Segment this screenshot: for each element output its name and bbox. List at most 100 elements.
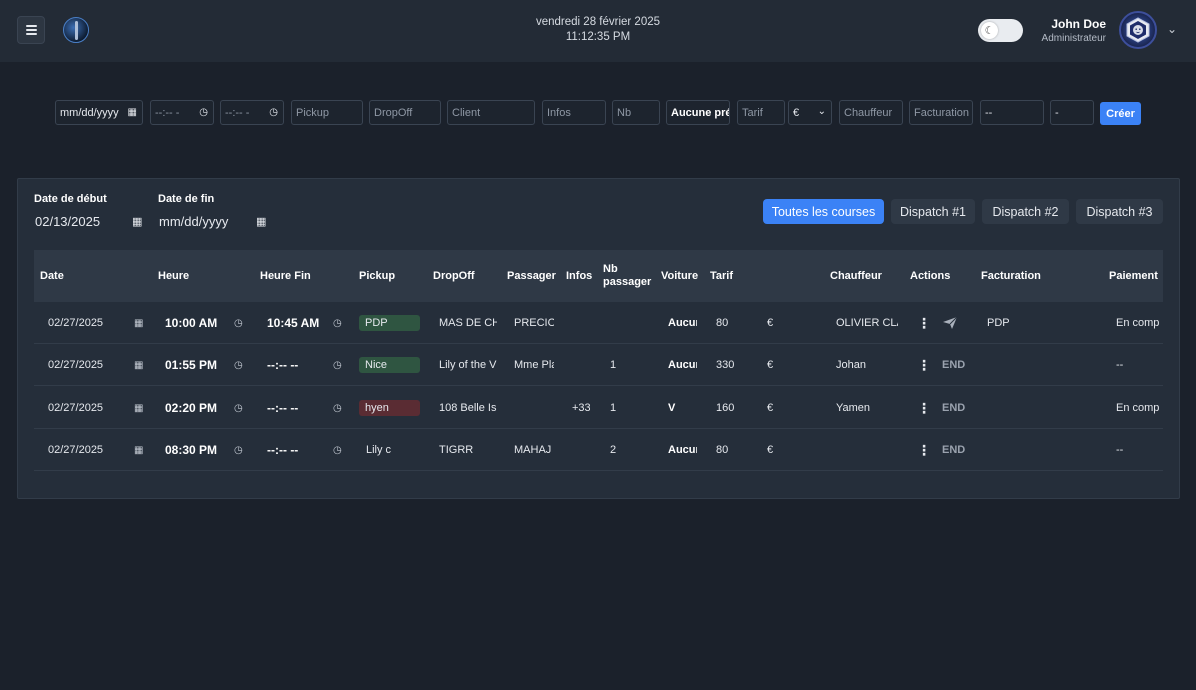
clock-icon[interactable]: ◷	[234, 302, 243, 344]
more-vertical-icon[interactable]: ⋮	[917, 302, 931, 344]
row-dropoff[interactable]: MAS DE CH	[439, 302, 497, 344]
clock-icon[interactable]: ◷	[234, 429, 243, 471]
row-nb[interactable]: 1	[610, 387, 630, 429]
col-paiement[interactable]: Paiement	[1109, 250, 1158, 302]
row-pickup[interactable]: hyen	[359, 400, 420, 416]
row-tarif[interactable]: 160	[716, 387, 756, 429]
row-status-end[interactable]: END	[942, 344, 965, 386]
clock-icon[interactable]: ◷	[234, 387, 243, 429]
start-date-input[interactable]: 02/13/2025	[35, 214, 100, 229]
row-dropoff[interactable]: TIGRR	[439, 429, 497, 471]
col-chauffeur[interactable]: Chauffeur	[830, 250, 882, 302]
row-passager[interactable]: PRECIO	[514, 302, 554, 344]
row-currency[interactable]: €	[767, 387, 779, 429]
row-heure-fin[interactable]: --:-- --	[267, 429, 331, 471]
row-nb[interactable]: 1	[610, 344, 630, 386]
row-paiement[interactable]: --	[1116, 429, 1163, 471]
table-row[interactable]: 02/27/2025 ▦ 08:30 PM ◷ --:-- -- ◷ Lily …	[34, 429, 1163, 471]
row-currency[interactable]: €	[767, 344, 779, 386]
row-dropoff[interactable]: Lily of the V	[439, 344, 497, 386]
col-infos[interactable]: Infos	[566, 250, 592, 302]
infos-input[interactable]: Infos	[542, 100, 606, 125]
row-heure[interactable]: 01:55 PM	[165, 344, 229, 386]
theme-toggle[interactable]: ☾	[978, 19, 1023, 42]
row-passager[interactable]	[514, 387, 554, 429]
calendar-icon[interactable]: ▦	[134, 387, 143, 429]
row-status-end[interactable]: END	[942, 429, 965, 471]
tab-all-courses[interactable]: Toutes les courses	[763, 199, 884, 224]
row-pickup[interactable]: Nice	[359, 357, 420, 373]
clock-icon[interactable]: ◷	[333, 387, 342, 429]
row-heure-fin[interactable]: 10:45 AM	[267, 302, 331, 344]
row-heure[interactable]: 02:20 PM	[165, 387, 229, 429]
row-heure[interactable]: 08:30 PM	[165, 429, 229, 471]
row-facturation[interactable]	[987, 387, 1047, 429]
row-chauffeur[interactable]: OLIVIER CLA	[836, 302, 898, 344]
currency-select[interactable]: € ⌄	[788, 100, 832, 125]
row-facturation[interactable]	[987, 429, 1047, 471]
row-tarif[interactable]: 80	[716, 302, 756, 344]
row-voiture[interactable]: V	[668, 387, 697, 429]
calendar-icon[interactable]: ▦	[134, 302, 143, 344]
tab-dispatch-3[interactable]: Dispatch #3	[1076, 199, 1163, 224]
col-actions[interactable]: Actions	[910, 250, 950, 302]
clock-icon[interactable]: ◷	[234, 344, 243, 386]
table-row[interactable]: 02/27/2025 ▦ 02:20 PM ◷ --:-- -- ◷ hyen …	[34, 387, 1163, 429]
clock-icon[interactable]: ◷	[333, 344, 342, 386]
end-date-input[interactable]: mm/dd/yyyy	[159, 214, 228, 229]
nb-input[interactable]: Nb	[612, 100, 660, 125]
row-date[interactable]: 02/27/2025	[48, 429, 126, 471]
row-chauffeur[interactable]	[836, 429, 898, 471]
hamburger-menu-icon[interactable]	[17, 16, 45, 44]
row-infos[interactable]: +33	[572, 387, 590, 429]
row-paiement[interactable]: En comp	[1116, 387, 1163, 429]
row-pickup[interactable]: Lily c	[360, 442, 400, 458]
col-facturation[interactable]: Facturation	[981, 250, 1041, 302]
table-row[interactable]: 02/27/2025 ▦ 01:55 PM ◷ --:-- -- ◷ Nice …	[34, 344, 1163, 386]
row-facturation[interactable]: PDP	[987, 302, 1047, 344]
row-paiement[interactable]: En comp	[1116, 302, 1163, 344]
more-vertical-icon[interactable]: ⋮	[917, 387, 931, 429]
col-dropoff[interactable]: DropOff	[433, 250, 475, 302]
col-passager[interactable]: Passager	[507, 250, 556, 302]
calendar-icon[interactable]: ▦	[134, 429, 143, 471]
dropoff-input[interactable]: DropOff	[369, 100, 441, 125]
row-date[interactable]: 02/27/2025	[48, 344, 126, 386]
row-paiement[interactable]: --	[1116, 344, 1163, 386]
facturation-input[interactable]: Facturation	[909, 100, 973, 125]
row-date[interactable]: 02/27/2025	[48, 387, 126, 429]
col-date[interactable]: Date	[40, 250, 64, 302]
pickup-input[interactable]: Pickup	[291, 100, 363, 125]
app-logo[interactable]	[63, 17, 89, 43]
row-infos[interactable]	[572, 344, 590, 386]
tab-dispatch-2[interactable]: Dispatch #2	[982, 199, 1069, 224]
row-passager[interactable]: MAHAJ	[514, 429, 554, 471]
send-icon[interactable]	[942, 302, 958, 344]
status-select[interactable]: --	[980, 100, 1044, 125]
row-heure-fin[interactable]: --:-- --	[267, 387, 331, 429]
row-chauffeur[interactable]: Yamen	[836, 387, 898, 429]
row-voiture[interactable]: Aucur	[668, 302, 697, 344]
table-row[interactable]: 02/27/2025 ▦ 10:00 AM ◷ 10:45 AM ◷ PDP M…	[34, 302, 1163, 344]
row-chauffeur[interactable]: Johan	[836, 344, 898, 386]
end-time-field[interactable]: --:-- - ◷	[220, 100, 284, 125]
row-voiture[interactable]: Aucur	[668, 429, 697, 471]
more-vertical-icon[interactable]: ⋮	[917, 344, 931, 386]
more-vertical-icon[interactable]: ⋮	[917, 429, 931, 471]
row-date[interactable]: 02/27/2025	[48, 302, 126, 344]
tab-dispatch-1[interactable]: Dispatch #1	[891, 199, 975, 224]
row-nb[interactable]	[610, 302, 630, 344]
payment-select[interactable]: -	[1050, 100, 1094, 125]
row-status-end[interactable]: END	[942, 387, 965, 429]
calendar-icon[interactable]: ▦	[132, 215, 142, 228]
create-button[interactable]: Créer	[1100, 102, 1141, 125]
row-currency[interactable]: €	[767, 429, 779, 471]
row-heure[interactable]: 10:00 AM	[165, 302, 229, 344]
row-infos[interactable]	[572, 302, 590, 344]
client-input[interactable]: Client	[447, 100, 535, 125]
chevron-down-icon[interactable]: ⌄	[1167, 22, 1177, 36]
row-passager[interactable]: Mme Pla	[514, 344, 554, 386]
date-field[interactable]: mm/dd/yyyy ▦	[55, 100, 143, 125]
clock-icon[interactable]: ◷	[333, 302, 342, 344]
row-nb[interactable]: 2	[610, 429, 630, 471]
